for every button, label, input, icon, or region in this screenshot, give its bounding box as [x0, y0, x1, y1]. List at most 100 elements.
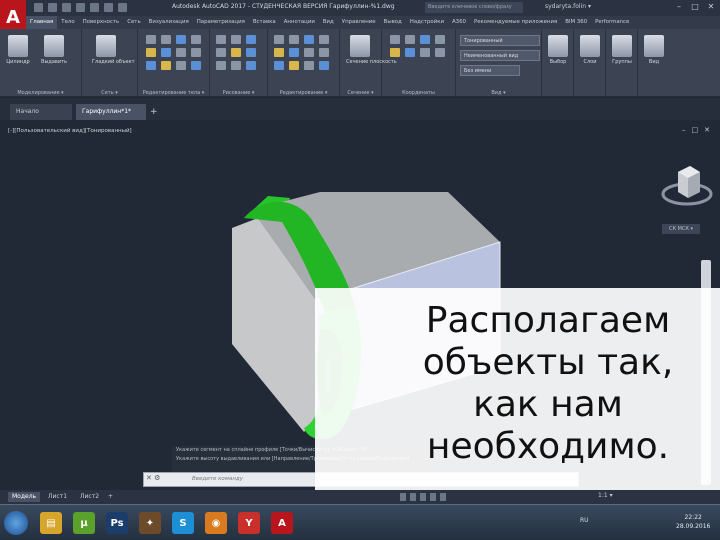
spline-icon[interactable]: [246, 48, 256, 57]
region-icon[interactable]: [246, 61, 256, 70]
save-icon[interactable]: [62, 3, 71, 12]
panel-title-draw[interactable]: Рисование ▾: [210, 90, 267, 96]
subtract-icon[interactable]: [161, 35, 171, 44]
move-icon[interactable]: [274, 35, 284, 44]
app-fire-icon[interactable]: ✦: [139, 512, 161, 534]
user-account[interactable]: sydaryta.folin ▾: [545, 3, 591, 10]
ucs-x-icon[interactable]: [390, 48, 400, 57]
explorer-icon[interactable]: ▤: [40, 512, 62, 534]
ribbon-tab[interactable]: Рекомендуемые приложения: [470, 16, 561, 29]
view-button[interactable]: Вид: [640, 35, 668, 65]
grid-toggle-icon[interactable]: [400, 493, 406, 501]
extrude-button[interactable]: Выдавить: [40, 35, 68, 65]
imprint-icon[interactable]: [191, 48, 201, 57]
panel-title-section[interactable]: Сечение ▾: [340, 90, 381, 96]
erase-icon[interactable]: [304, 48, 314, 57]
tab-model[interactable]: Модель: [8, 492, 41, 502]
undo-icon[interactable]: [104, 3, 113, 12]
skype-icon[interactable]: S: [172, 512, 194, 534]
hatch-icon[interactable]: [231, 61, 241, 70]
file-tab-start[interactable]: Начало: [10, 104, 72, 120]
clock[interactable]: 22:22 28.09.2016: [676, 513, 710, 531]
smooth-object-button[interactable]: Гладкий объект: [92, 35, 135, 65]
ribbon-tab[interactable]: Надстройки: [406, 16, 448, 29]
ribbon-tab[interactable]: Performance: [591, 16, 633, 29]
polyline-icon[interactable]: [231, 35, 241, 44]
osnap-toggle-icon[interactable]: [440, 493, 446, 501]
panel-title-view[interactable]: Вид ▾: [456, 90, 541, 96]
union-icon[interactable]: [146, 35, 156, 44]
ribbon-tab[interactable]: Вставка: [249, 16, 280, 29]
ribbon-tab[interactable]: Аннотации: [280, 16, 319, 29]
panel-title-solid-editing[interactable]: Редактирование тела ▾: [138, 90, 209, 96]
check-icon[interactable]: [176, 61, 186, 70]
ucs-3point-icon[interactable]: [435, 35, 445, 44]
close-icon[interactable]: ✕: [706, 2, 716, 12]
ribbon-tab[interactable]: Вывод: [380, 16, 406, 29]
add-layout-icon[interactable]: +: [104, 492, 117, 502]
copy-icon[interactable]: [274, 48, 284, 57]
array-icon[interactable]: [289, 48, 299, 57]
ribbon-tab[interactable]: Поверхность: [79, 16, 124, 29]
layer-select[interactable]: Без имени: [460, 65, 520, 76]
ribbon-tab[interactable]: Главная: [26, 16, 58, 29]
ucs-world-icon[interactable]: [405, 35, 415, 44]
extend-icon[interactable]: [304, 61, 314, 70]
chamfer-edge-icon[interactable]: [161, 48, 171, 57]
groups-button[interactable]: Группы: [608, 35, 636, 65]
ribbon-tab[interactable]: A360: [448, 16, 470, 29]
command-input[interactable]: Введите команду: [192, 476, 243, 482]
start-button[interactable]: [4, 511, 28, 535]
select-button[interactable]: Выбор: [544, 35, 572, 65]
tab-layout1[interactable]: Лист1: [44, 492, 71, 502]
offset-edge-icon[interactable]: [191, 61, 201, 70]
ucs-origin-icon[interactable]: [420, 35, 430, 44]
open-file-icon[interactable]: [48, 3, 57, 12]
offset-icon[interactable]: [319, 61, 329, 70]
torrent-icon[interactable]: µ: [73, 512, 95, 534]
explode-icon[interactable]: [319, 48, 329, 57]
search-input[interactable]: Введите ключевое слово/фразу: [425, 2, 523, 13]
cylinder-button[interactable]: Цилиндр: [4, 35, 32, 65]
ribbon-tab[interactable]: Тело: [57, 16, 78, 29]
trim-icon[interactable]: [289, 61, 299, 70]
snap-toggle-icon[interactable]: [410, 493, 416, 501]
annotation-scale[interactable]: 1:1 ▾: [598, 492, 613, 499]
ellipse-icon[interactable]: [216, 61, 226, 70]
ucs-select[interactable]: СК МСК ▾: [662, 224, 700, 234]
intersect-icon[interactable]: [176, 35, 186, 44]
slice-icon[interactable]: [191, 35, 201, 44]
rectangle-icon[interactable]: [231, 48, 241, 57]
clean-icon[interactable]: [161, 61, 171, 70]
minimize-icon[interactable]: –: [674, 2, 684, 12]
scale-icon[interactable]: [304, 35, 314, 44]
ucs-y-icon[interactable]: [405, 48, 415, 57]
rotate-icon[interactable]: [289, 35, 299, 44]
ribbon-tab[interactable]: Параметризация: [193, 16, 249, 29]
panel-title-modeling[interactable]: Моделирование ▾: [0, 90, 81, 96]
ribbon-tab[interactable]: Визуализация: [145, 16, 193, 29]
print-icon[interactable]: [90, 3, 99, 12]
section-plane-button[interactable]: Сечение плоскость: [346, 35, 397, 65]
ribbon-tab[interactable]: Вид: [319, 16, 338, 29]
maximize-icon[interactable]: □: [690, 2, 700, 12]
visual-style-select[interactable]: Тонированный: [460, 35, 540, 46]
ucs-z-icon[interactable]: [420, 48, 430, 57]
fillet-edge-icon[interactable]: [146, 48, 156, 57]
circle-icon[interactable]: [246, 35, 256, 44]
yandex-icon[interactable]: Y: [238, 512, 260, 534]
separate-icon[interactable]: [146, 61, 156, 70]
photoshop-icon[interactable]: Ps: [106, 512, 128, 534]
panel-title-coordinates[interactable]: Координаты: [382, 90, 455, 96]
ucs-icon[interactable]: [390, 35, 400, 44]
system-tray-language[interactable]: RU: [580, 517, 589, 524]
ribbon-tab[interactable]: Управление: [338, 16, 380, 29]
new-file-icon[interactable]: [34, 3, 43, 12]
mirror-icon[interactable]: [319, 35, 329, 44]
new-tab-icon[interactable]: +: [150, 107, 158, 117]
save-as-icon[interactable]: [76, 3, 85, 12]
align-icon[interactable]: [274, 61, 284, 70]
layers-button[interactable]: Слои: [576, 35, 604, 65]
named-view-select[interactable]: Неименованный вид: [460, 50, 540, 61]
panel-title-modify[interactable]: Редактирование ▾: [268, 90, 339, 96]
